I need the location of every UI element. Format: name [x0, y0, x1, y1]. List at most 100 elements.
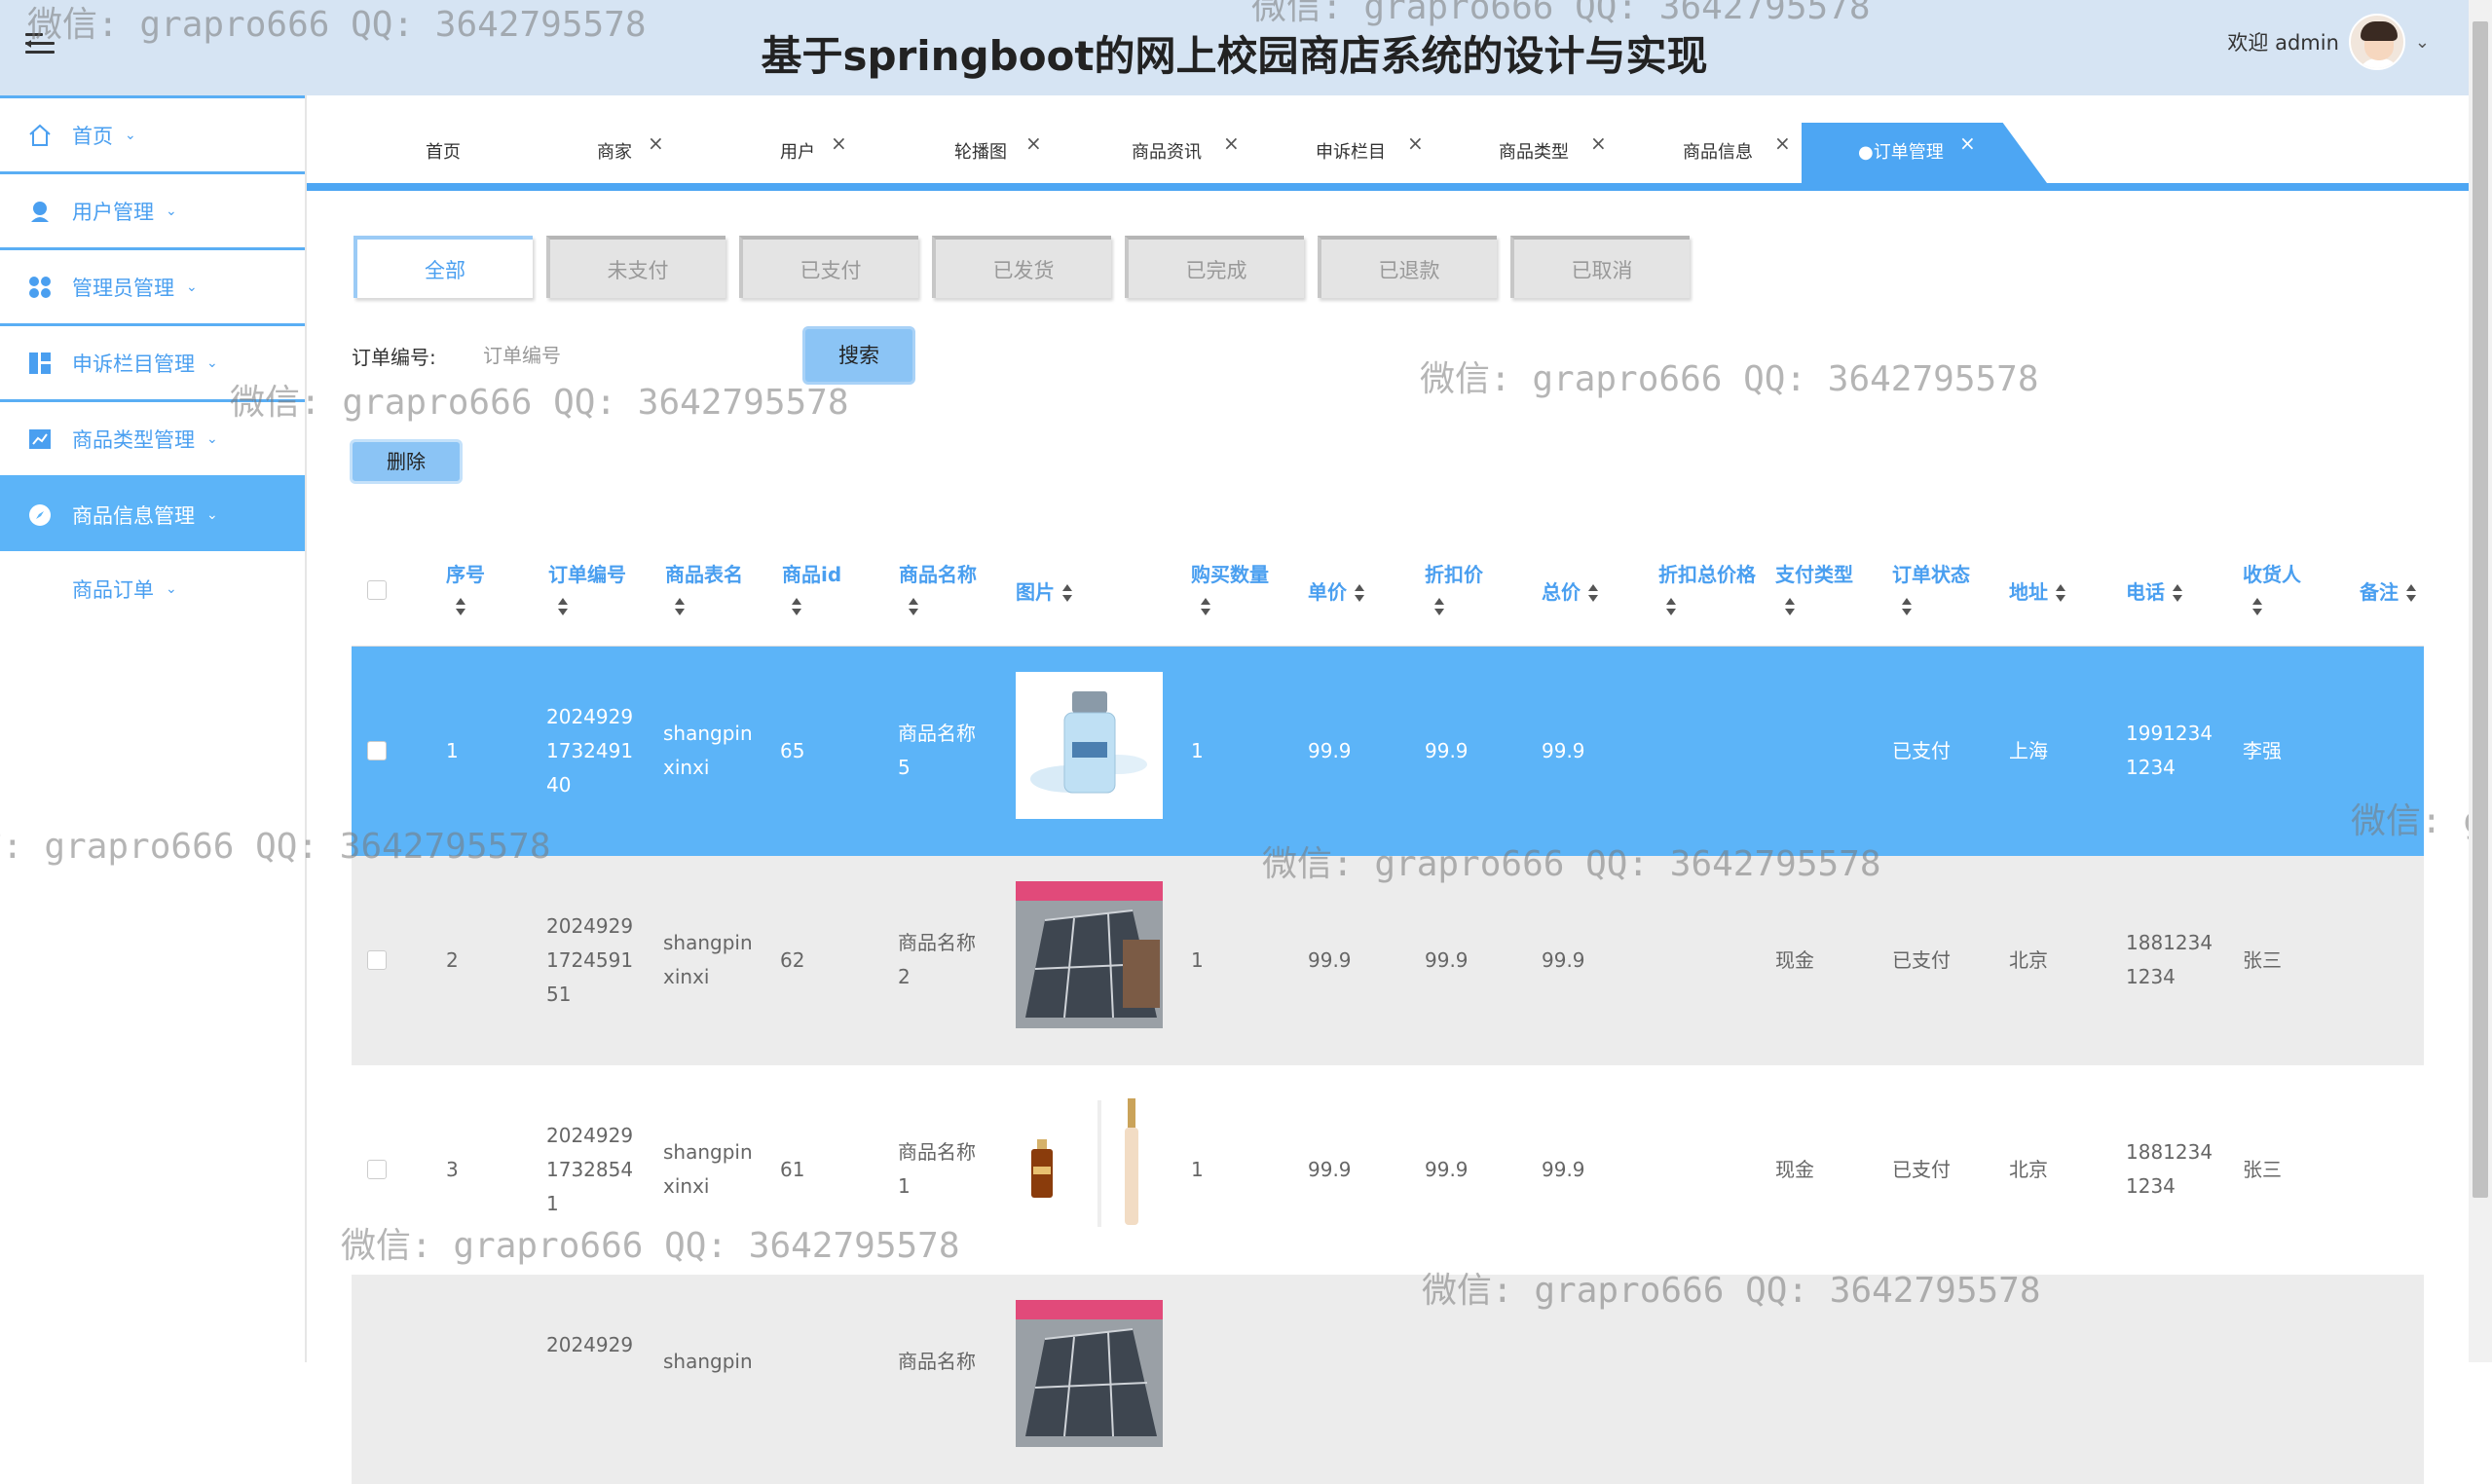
cell-index: 1 — [446, 739, 459, 762]
sidebar-item-user-management[interactable]: 用户管理 ⌄ — [0, 171, 305, 247]
tab-appeal[interactable]: 申诉栏目 × — [1316, 123, 1424, 183]
sidebar-item-category-management[interactable]: 商品类型管理 ⌄ — [0, 399, 305, 475]
tab-user[interactable]: 用户 × — [780, 123, 847, 183]
chevron-down-icon: ⌄ — [206, 430, 218, 447]
user-icon — [27, 199, 53, 224]
cell-phone: 1881234 1234 — [2126, 931, 2213, 988]
cell-discount: 99.9 — [1425, 1158, 1469, 1181]
status-tab-shipped[interactable]: 已发货 — [932, 236, 1111, 298]
cell-total: 99.9 — [1542, 739, 1585, 762]
cell-phone: 1991234 1234 — [2126, 722, 2213, 779]
close-icon[interactable]: × — [1590, 113, 1607, 173]
column-header[interactable]: 商品id — [782, 559, 841, 621]
sidebar-item-label: 申诉栏目管理 — [72, 352, 195, 376]
grid-icon — [27, 275, 53, 300]
welcome-text: 欢迎 admin — [2227, 31, 2339, 55]
cell-status: 已支付 — [1892, 948, 1951, 972]
tab-label: 商品资讯 — [1132, 142, 1202, 163]
column-header[interactable]: 订单状态 — [1892, 559, 1970, 621]
status-tab-refunded[interactable]: 已退款 — [1318, 236, 1497, 298]
cell-qty: 1 — [1191, 739, 1204, 762]
sort-icon — [673, 597, 687, 618]
tab-product-type[interactable]: 商品类型 × — [1499, 123, 1607, 183]
column-header[interactable]: 支付类型 — [1775, 559, 1853, 621]
chevron-down-icon: ⌄ — [166, 203, 177, 219]
sort-icon — [790, 597, 803, 618]
cell-table-name: shangpin xinxi — [663, 722, 753, 779]
status-tab-all[interactable]: 全部 — [353, 236, 533, 298]
sort-icon — [1783, 597, 1797, 618]
column-header[interactable]: 电话 — [2126, 576, 2184, 608]
tab-carousel[interactable]: 轮播图 × — [954, 123, 1042, 183]
column-header[interactable]: 折扣总价格 — [1658, 559, 1756, 621]
sort-icon — [2054, 583, 2067, 605]
scrollbar-thumb[interactable] — [2473, 21, 2488, 1198]
sidebar-item-appeal-management[interactable]: 申诉栏目管理 ⌄ — [0, 323, 305, 399]
cell-phone: 1881234 1234 — [2126, 1140, 2213, 1198]
column-header[interactable]: 单价 — [1308, 576, 1366, 608]
column-header[interactable]: 商品表名 — [665, 559, 743, 621]
cell-address: 上海 — [2009, 739, 2048, 762]
sidebar-item-home[interactable]: 首页 ⌄ — [0, 95, 305, 171]
tab-product-info[interactable]: 商品信息 × — [1683, 123, 1791, 183]
chart-icon — [27, 427, 53, 452]
delete-button[interactable]: 删除 — [350, 439, 463, 484]
sort-icon — [2404, 583, 2418, 605]
close-icon[interactable]: × — [648, 113, 664, 173]
sort-icon — [556, 597, 570, 618]
sidebar: 首页 ⌄ 用户管理 ⌄ 管理员管理 ⌄ 申诉栏目管理 ⌄ 商品类型管理 ⌄ 商品… — [0, 95, 307, 1362]
tab-merchant[interactable]: 商家 × — [597, 123, 664, 183]
chevron-down-icon: ⌄ — [206, 354, 218, 371]
tab-label: ●订单管理 — [1858, 142, 1944, 163]
column-header[interactable]: 图片 — [1016, 576, 1074, 608]
close-icon[interactable]: × — [1025, 113, 1042, 173]
column-header[interactable]: 订单编号 — [548, 559, 626, 621]
close-icon[interactable]: × — [1407, 113, 1424, 173]
column-header[interactable]: 地址 — [2009, 576, 2067, 608]
sidebar-item-product-orders[interactable]: 商品订单 ⌄ — [0, 551, 305, 627]
sidebar-item-product-management[interactable]: 商品信息管理 ⌄ — [0, 475, 305, 551]
table-row[interactable]: 2 2024929 1724591 51 shangpin xinxi 62 商品名称… — [352, 856, 2424, 1065]
tab-label: 轮播图 — [954, 142, 1007, 163]
status-tab-paid[interactable]: 已支付 — [739, 236, 918, 298]
chevron-down-icon: ⌄ — [186, 278, 198, 295]
chevron-down-icon[interactable]: ⌄ — [2415, 32, 2430, 53]
column-header[interactable]: 总价 — [1542, 576, 1600, 608]
row-checkbox[interactable] — [367, 950, 387, 970]
sort-icon — [2250, 597, 2264, 618]
sort-icon — [2171, 583, 2184, 605]
column-header[interactable]: 收货人 — [2243, 559, 2301, 621]
sidebar-item-admin-management[interactable]: 管理员管理 ⌄ — [0, 247, 305, 323]
user-menu[interactable]: 欢迎 admin ⌄ — [2227, 14, 2430, 70]
avatar[interactable] — [2348, 14, 2405, 70]
select-all-checkbox[interactable] — [367, 580, 387, 600]
cell-receiver: 张三 — [2243, 948, 2282, 972]
table-row[interactable]: 3 2024929 1732854 1 shangpin xinxi 61 商品名称 1… — [352, 1065, 2424, 1275]
close-icon[interactable]: × — [1774, 113, 1791, 173]
close-icon[interactable]: × — [1223, 113, 1240, 173]
row-checkbox[interactable] — [367, 741, 387, 761]
close-icon[interactable]: × — [831, 113, 847, 173]
sort-icon — [1060, 583, 1074, 605]
status-tab-cancelled[interactable]: 已取消 — [1510, 236, 1690, 298]
cell-price: 99.9 — [1308, 739, 1352, 762]
chevron-down-icon: ⌄ — [125, 127, 136, 143]
search-button[interactable]: 搜索 — [802, 326, 915, 385]
table-row[interactable]: 2024929 shangpin 商品名称 — [352, 1275, 2424, 1484]
tab-product-news[interactable]: 商品资讯 × — [1132, 123, 1240, 183]
column-header[interactable]: 备注 — [2360, 576, 2418, 608]
cell-table-name: shangpin xinxi — [663, 931, 753, 988]
column-header[interactable]: 序号 — [446, 559, 485, 621]
column-header[interactable]: 购买数量 — [1191, 559, 1269, 621]
row-checkbox[interactable] — [367, 1160, 387, 1179]
status-tab-completed[interactable]: 已完成 — [1125, 236, 1304, 298]
order-number-input[interactable] — [469, 336, 800, 375]
status-tab-unpaid[interactable]: 未支付 — [546, 236, 725, 298]
column-header[interactable]: 折扣价 — [1425, 559, 1483, 621]
cell-product-name: 商品名称 5 — [898, 722, 976, 779]
tab-home[interactable]: 首页 — [426, 123, 461, 183]
app-title: 基于springboot的网上校园商店系统的设计与实现 — [761, 32, 1708, 80]
header-bar: 基于springboot的网上校园商店系统的设计与实现 欢迎 admin ⌄ — [0, 0, 2469, 95]
column-header[interactable]: 商品名称 — [899, 559, 977, 621]
table-row[interactable]: 1 2024929 1732491 40 shangpin xinxi 65 商品名称… — [352, 647, 2424, 856]
